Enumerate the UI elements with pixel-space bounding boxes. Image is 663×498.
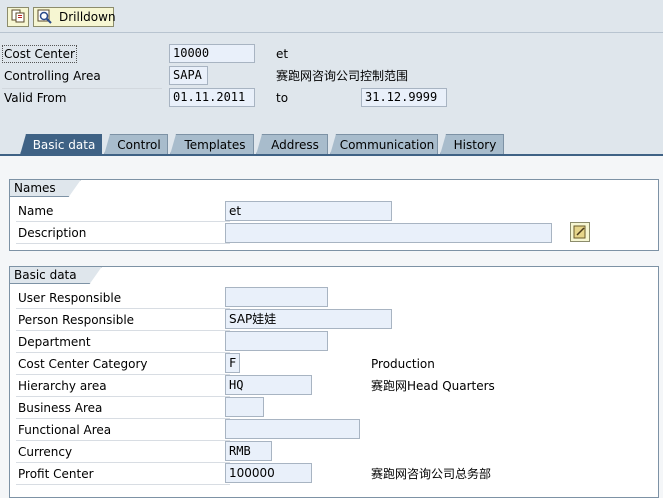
magnifier-icon [37,9,53,25]
long-text-button[interactable] [570,222,590,242]
separator [16,374,230,375]
cost-center-category-field[interactable]: F [225,353,240,373]
separator [16,243,230,244]
names-group: Names Name et Description [9,179,659,251]
separator [16,330,230,331]
new-session-button[interactable] [7,7,29,27]
tab-control[interactable]: Control [104,134,168,155]
new-session-icon [11,9,25,26]
controlling-area-field[interactable]: SAPA [169,66,208,85]
application-toolbar: Drilldown [0,0,663,33]
tab-templates[interactable]: Templates [170,134,254,155]
controlling-area-description: 赛跑网咨询公司控制范围 [276,69,409,83]
department-label: Department [18,335,91,349]
tab-label: Templates [184,138,246,152]
tab-panel: Names Name et Description Basic data Use… [0,154,663,498]
separator [16,352,230,353]
profit-center-description: 赛跑网咨询公司总务部 [371,467,492,481]
names-group-title: Names [10,180,81,197]
profit-center-field[interactable]: 100000 [225,463,312,483]
separator [16,484,230,485]
separator [16,418,230,419]
description-label: Description [18,226,87,240]
hierarchy-area-description: 赛跑网Head Quarters [371,379,495,393]
valid-to-field[interactable]: 31.12.9999 [361,88,447,107]
tab-label: Basic data [32,138,96,152]
cost-center-label: Cost Center [2,45,77,63]
cost-center-field[interactable]: 10000 [169,44,255,63]
person-responsible-label: Person Responsible [18,313,135,327]
functional-area-label: Functional Area [18,423,112,437]
valid-from-label: Valid From [4,91,67,105]
business-area-label: Business Area [18,401,103,415]
separator [16,308,230,309]
tab-label: Address [271,138,319,152]
tab-label: History [453,138,497,152]
user-responsible-label: User Responsible [18,291,122,305]
business-area-field[interactable] [225,397,264,417]
tab-basic-data[interactable]: Basic data [20,134,102,155]
valid-from-field[interactable]: 01.11.2011 [169,88,255,107]
hierarchy-area-label: Hierarchy area [18,379,107,393]
currency-field[interactable]: RMB [225,441,272,461]
controlling-area-label: Controlling Area [4,69,101,83]
separator [16,462,230,463]
basic-data-group-title: Basic data [10,267,102,284]
user-responsible-field[interactable] [225,287,328,307]
description-field[interactable] [225,223,552,243]
edit-note-icon [571,225,589,244]
cost-center-category-label: Cost Center Category [18,357,148,371]
tab-label: Communication [339,138,435,152]
separator [16,440,230,441]
drilldown-button[interactable]: Drilldown [33,7,116,27]
currency-label: Currency [18,445,73,459]
person-responsible-field[interactable]: SAP娃娃 [225,309,392,329]
tab-communication[interactable]: Communication [330,134,438,155]
department-field[interactable] [225,331,328,351]
tab-history[interactable]: History [440,134,504,155]
tab-label: Control [117,138,161,152]
drilldown-label: Drilldown [59,10,116,24]
name-label: Name [18,204,54,218]
separator [16,221,230,222]
cost-center-description: et [276,47,289,61]
name-field[interactable]: et [225,201,392,221]
to-label: to [276,91,289,105]
profit-center-label: Profit Center [18,467,94,481]
cost-center-category-description: Production [371,357,435,371]
functional-area-field[interactable] [225,419,360,439]
tab-address[interactable]: Address [256,134,328,155]
hierarchy-area-field[interactable]: HQ [225,375,312,395]
basic-data-group: Basic data User Responsible Person Respo… [9,266,659,498]
separator [16,396,230,397]
